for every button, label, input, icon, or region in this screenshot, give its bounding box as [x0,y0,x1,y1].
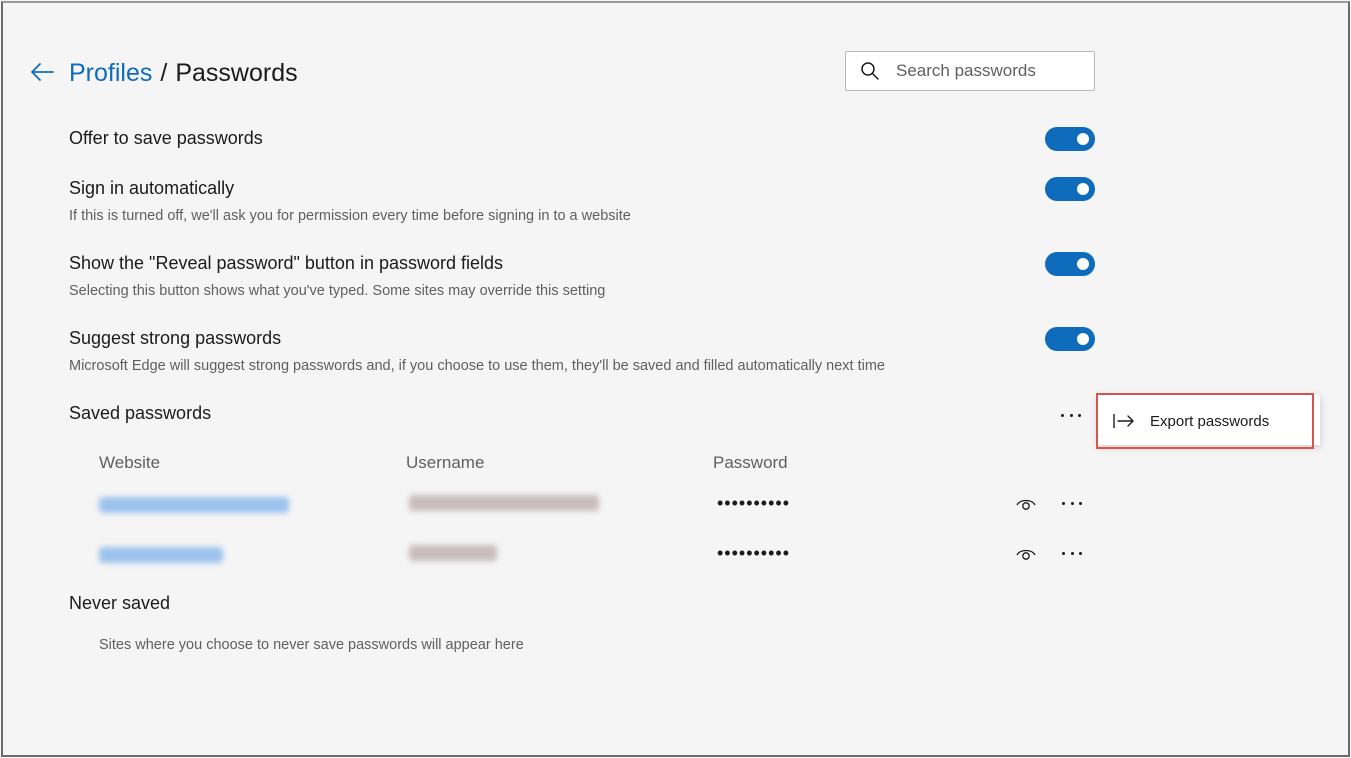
toggle-knob [1077,333,1089,345]
suggest-toggle[interactable] [1045,327,1095,351]
breadcrumb-profiles-link[interactable]: Profiles [69,59,152,87]
more-icon-dot [1070,501,1074,505]
never-saved-empty-text: Sites where you choose to never save pas… [99,637,524,653]
row-1-password: •••••••••• [717,493,791,513]
setting-reveal-title: Show the "Reveal password" button in pas… [69,253,504,273]
export-passwords-menu-item[interactable]: Export passwords [1096,393,1314,449]
search-icon [861,62,879,80]
search-box[interactable] [845,51,1095,91]
reveal-toggle[interactable] [1045,252,1095,276]
more-icon-dot [1062,501,1065,505]
eye-icon[interactable] [1016,547,1036,561]
more-icon-dot [1079,501,1082,505]
eye-icon[interactable] [1016,497,1036,511]
setting-sign-in-description: If this is turned off, we'll ask you for… [69,208,631,224]
column-header-password: Password [713,453,788,472]
setting-reveal-description: Selecting this button shows what you've … [69,283,606,299]
column-header-website: Website [99,453,161,472]
more-icon-dot [1079,551,1082,555]
saved-passwords-menu: Export passwords [1096,393,1320,449]
settings-page: Profiles /Passwords Offer to save passwor… [1,1,1350,757]
search-input[interactable] [896,61,1076,81]
export-passwords-label: Export passwords [1150,412,1270,430]
toggle-knob [1077,258,1089,270]
setting-sign-in-title: Sign in automatically [69,178,235,198]
column-header-username: Username [406,453,485,472]
setting-offer-save-title: Offer to save passwords [69,128,263,148]
row-1-more-button[interactable] [1060,495,1084,511]
back-arrow-icon[interactable] [29,59,55,85]
row-2-username-redacted [409,545,497,561]
export-icon [1113,414,1134,428]
row-1-username-redacted [409,495,599,511]
toggle-knob [1077,133,1089,145]
more-icon-dot [1070,551,1074,555]
more-icon-dot [1062,551,1065,555]
setting-suggest-title: Suggest strong passwords [69,328,282,348]
more-icon-dot [1078,413,1081,417]
page-title: Passwords [175,59,298,87]
offer-save-toggle[interactable] [1045,127,1095,151]
setting-suggest-description: Microsoft Edge will suggest strong passw… [69,358,885,374]
sign-in-toggle[interactable] [1045,177,1095,201]
toggle-knob [1077,183,1089,195]
breadcrumb: Profiles / Passwords [69,57,298,89]
row-2-password: •••••••••• [717,543,791,563]
row-1-website-redacted[interactable] [99,497,289,513]
breadcrumb-separator: / [160,59,168,87]
row-2-website-redacted[interactable] [99,547,223,563]
more-icon-dot [1069,413,1073,417]
more-icon-dot [1061,413,1064,417]
never-saved-title: Never saved [69,593,171,613]
row-2-more-button[interactable] [1060,545,1084,561]
saved-passwords-title: Saved passwords [69,403,212,423]
saved-passwords-more-button[interactable] [1059,407,1083,423]
